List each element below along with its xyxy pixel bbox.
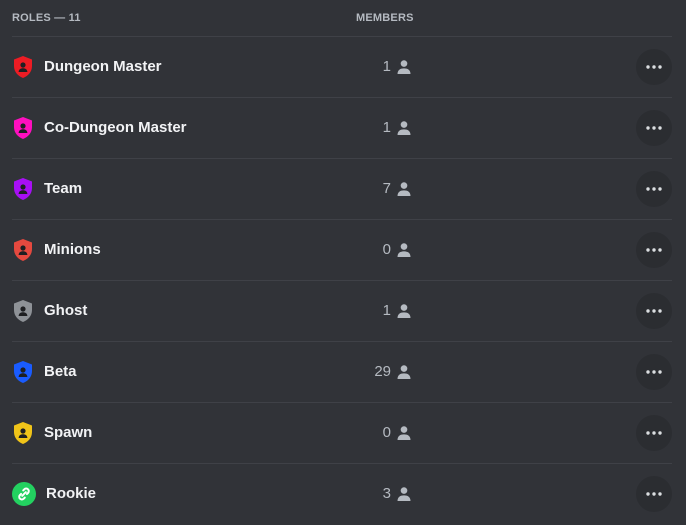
role-name: Rookie xyxy=(46,485,97,502)
role-row[interactable]: Team 7 xyxy=(12,159,672,220)
person-icon xyxy=(396,486,412,502)
more-options-icon xyxy=(646,492,662,496)
person-icon xyxy=(396,364,412,380)
member-count-value: 0 xyxy=(382,241,391,258)
person-icon xyxy=(396,242,412,258)
member-count[interactable]: 7 xyxy=(352,179,412,199)
role-name: Co-Dungeon Master xyxy=(44,119,187,136)
role-row[interactable]: Rookie 3 xyxy=(12,464,672,524)
more-options-icon xyxy=(646,370,662,374)
role-row[interactable]: Dungeon Master 1 xyxy=(12,37,672,98)
person-icon xyxy=(396,303,412,319)
role-name: Spawn xyxy=(44,424,93,441)
more-options-icon xyxy=(646,187,662,191)
shield-person-icon xyxy=(12,116,34,140)
member-count-value: 29 xyxy=(374,363,391,380)
more-options-icon xyxy=(646,126,662,130)
link-icon xyxy=(12,482,36,506)
role-row[interactable]: Spawn 0 xyxy=(12,403,672,464)
person-icon xyxy=(396,425,412,441)
roles-list: Dungeon Master 1 Co-Dungeon Master 1 Team 7 Mi… xyxy=(0,37,686,524)
member-count[interactable]: 1 xyxy=(352,57,412,77)
role-name: Dungeon Master xyxy=(44,58,162,75)
member-count-value: 1 xyxy=(382,58,391,75)
role-row[interactable]: Beta 29 xyxy=(12,342,672,403)
shield-person-icon xyxy=(12,177,34,201)
role-row[interactable]: Co-Dungeon Master 1 xyxy=(12,98,672,159)
member-count-value: 1 xyxy=(382,302,391,319)
person-icon xyxy=(396,181,412,197)
more-options-button[interactable] xyxy=(636,171,672,207)
shield-person-icon xyxy=(12,421,34,445)
member-count[interactable]: 1 xyxy=(352,301,412,321)
person-icon xyxy=(396,120,412,136)
role-row[interactable]: Ghost 1 xyxy=(12,281,672,342)
member-count[interactable]: 0 xyxy=(352,240,412,260)
role-name: Beta xyxy=(44,363,77,380)
role-name: Minions xyxy=(44,241,101,258)
member-count[interactable]: 3 xyxy=(352,484,412,504)
more-options-icon xyxy=(646,309,662,313)
roles-table-header: ROLES — 11 MEMBERS xyxy=(12,0,672,37)
shield-person-icon xyxy=(12,55,34,79)
more-options-button[interactable] xyxy=(636,49,672,85)
member-count-value: 1 xyxy=(382,119,391,136)
more-options-button[interactable] xyxy=(636,293,672,329)
more-options-icon xyxy=(646,431,662,435)
shield-person-icon xyxy=(12,299,34,323)
more-options-icon xyxy=(646,248,662,252)
more-options-icon xyxy=(646,65,662,69)
member-count[interactable]: 1 xyxy=(352,118,412,138)
more-options-button[interactable] xyxy=(636,415,672,451)
more-options-button[interactable] xyxy=(636,354,672,390)
shield-person-icon xyxy=(12,238,34,262)
more-options-button[interactable] xyxy=(636,110,672,146)
member-count[interactable]: 0 xyxy=(352,423,412,443)
members-column-header: MEMBERS xyxy=(356,12,414,24)
member-count-value: 3 xyxy=(382,485,391,502)
role-name: Team xyxy=(44,180,83,197)
member-count-value: 7 xyxy=(382,180,391,197)
roles-column-header: ROLES — 11 xyxy=(12,12,81,24)
more-options-button[interactable] xyxy=(636,232,672,268)
more-options-button[interactable] xyxy=(636,476,672,512)
person-icon xyxy=(396,59,412,75)
member-count-value: 0 xyxy=(382,424,391,441)
role-row[interactable]: Minions 0 xyxy=(12,220,672,281)
role-name: Ghost xyxy=(44,302,88,319)
member-count[interactable]: 29 xyxy=(352,362,412,382)
shield-person-icon xyxy=(12,360,34,384)
